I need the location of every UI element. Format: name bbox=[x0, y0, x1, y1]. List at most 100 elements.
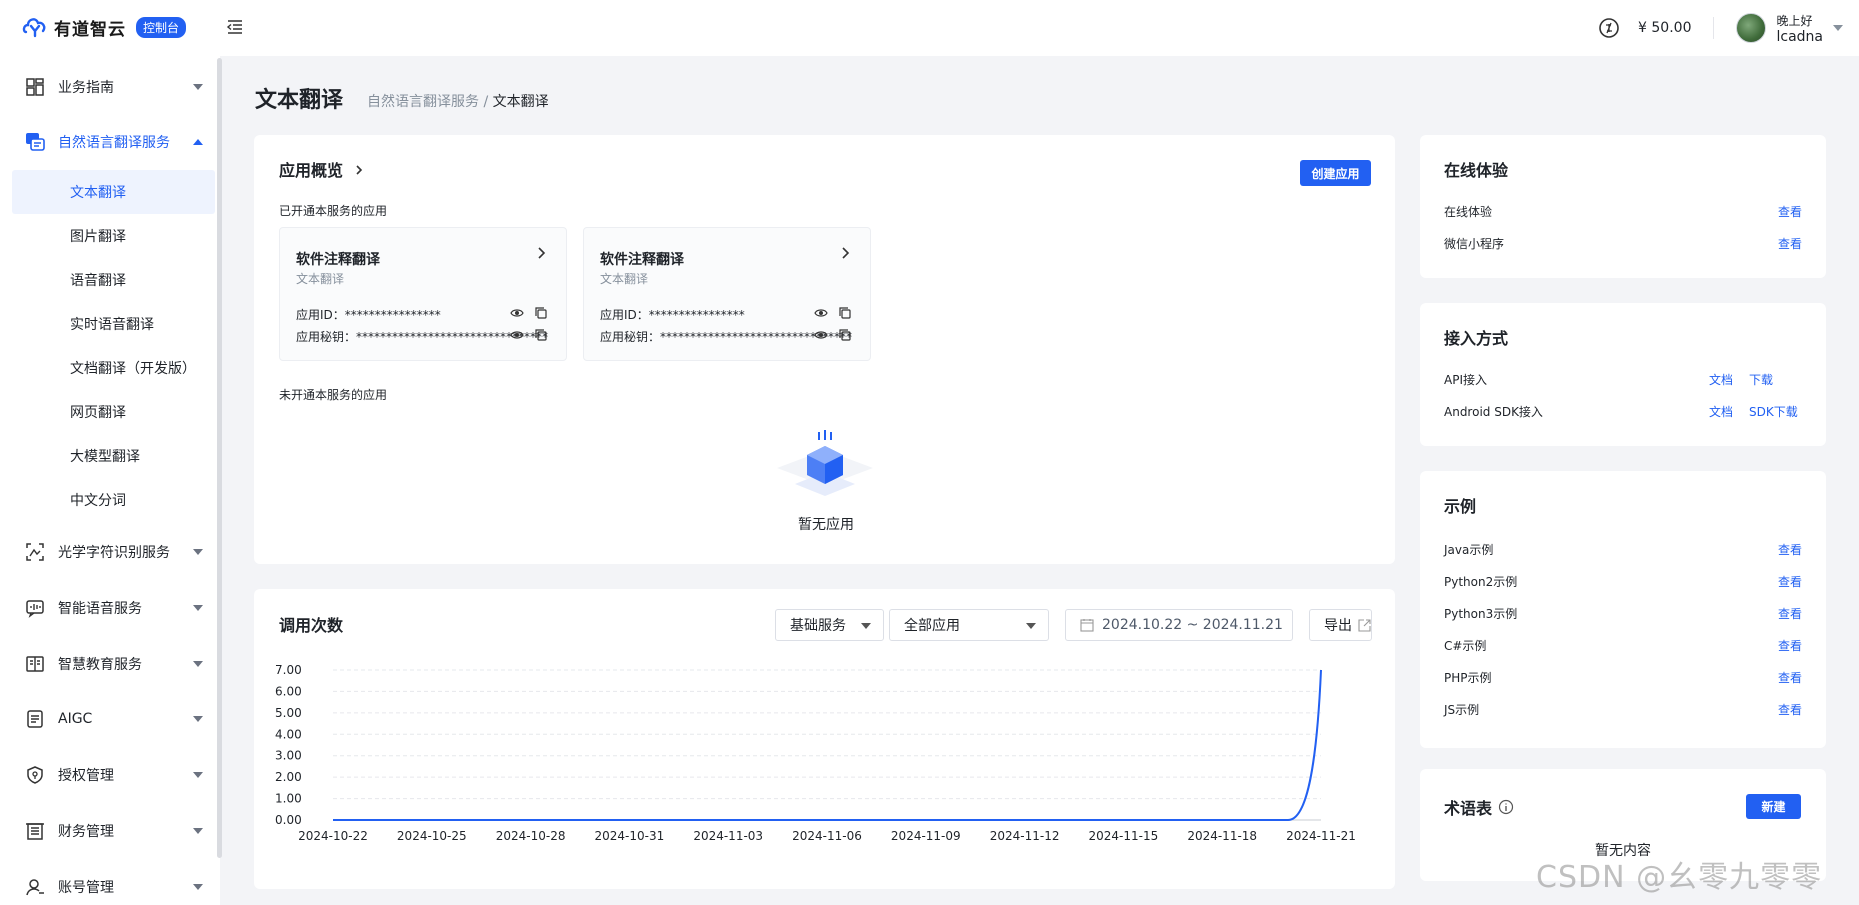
chevron-right-icon[interactable] bbox=[534, 246, 548, 260]
x-tick-label: 2024-10-22 bbox=[298, 829, 368, 843]
example-row-label: JS示例 bbox=[1444, 703, 1480, 717]
empty-box-icon bbox=[777, 430, 873, 496]
online-view-link[interactable]: 查看 bbox=[1778, 203, 1802, 220]
sidebar-subitem-webpage-translation[interactable]: 网页翻译 bbox=[12, 390, 215, 434]
android-doc-link[interactable]: 文档 bbox=[1709, 403, 1733, 420]
eye-icon[interactable] bbox=[510, 328, 524, 342]
coin-icon[interactable] bbox=[1598, 17, 1620, 39]
example-row-label: Python3示例 bbox=[1444, 607, 1518, 621]
sidebar-item-auth[interactable]: 授权管理 bbox=[12, 753, 215, 797]
sidebar-subitem-realtime-speech[interactable]: 实时语音翻译 bbox=[12, 302, 215, 346]
y-tick-label: 0.00 bbox=[275, 813, 302, 827]
sidebar-item-guide[interactable]: 业务指南 bbox=[12, 65, 215, 109]
x-tick-label: 2024-10-31 bbox=[595, 829, 665, 843]
sidebar-item-label: 自然语言翻译服务 bbox=[58, 135, 170, 151]
sidebar-item-label: 授权管理 bbox=[58, 768, 114, 784]
example-row-label: Java示例 bbox=[1444, 543, 1494, 557]
sidebar-item-label: 账号管理 bbox=[58, 880, 114, 896]
youdao-logo-icon bbox=[22, 18, 46, 38]
eye-icon[interactable] bbox=[814, 306, 828, 320]
sidebar-subitem-speech-translation[interactable]: 语音翻译 bbox=[12, 258, 215, 302]
breadcrumb-separator: / bbox=[479, 94, 493, 110]
sidebar-item-account[interactable]: 账号管理 bbox=[12, 865, 215, 905]
sidebar-item-nlp-translation[interactable]: 自然语言翻译服务 bbox=[12, 120, 215, 164]
sidebar-item-label: AIGC bbox=[58, 711, 93, 727]
aigc-icon bbox=[24, 708, 46, 730]
app-type: 文本翻译 bbox=[296, 272, 345, 286]
user-menu[interactable]: 晚上好 lcadna bbox=[1776, 12, 1823, 45]
app-name: 软件注释翻译 bbox=[600, 252, 684, 268]
top-header: 有道智云 控制台 ¥ 50.00 晚上好 lcadna bbox=[0, 0, 1859, 56]
sidebar-subitem-image-translation[interactable]: 图片翻译 bbox=[12, 214, 215, 258]
example-view-link[interactable]: 查看 bbox=[1778, 669, 1802, 686]
create-app-button[interactable]: 创建应用 bbox=[1300, 160, 1371, 186]
sidebar-item-label: 光学字符识别服务 bbox=[58, 545, 170, 561]
sidebar-item-finance[interactable]: 财务管理 bbox=[12, 809, 215, 853]
usage-title: 调用次数 bbox=[279, 616, 344, 635]
app-card[interactable]: 软件注释翻译 文本翻译 应用ID：**************** 应用秘钥： *… bbox=[279, 227, 567, 361]
example-row-label: PHP示例 bbox=[1444, 671, 1492, 685]
chevron-down-icon bbox=[193, 716, 203, 722]
sidebar-subitem-llm-translation[interactable]: 大模型翻译 bbox=[12, 434, 215, 478]
y-tick-label: 3.00 bbox=[275, 749, 302, 763]
example-view-link[interactable]: 查看 bbox=[1778, 605, 1802, 622]
eye-icon[interactable] bbox=[510, 306, 524, 320]
copy-icon[interactable] bbox=[534, 328, 548, 342]
greeting-text: 晚上好 bbox=[1776, 13, 1813, 28]
logo[interactable]: 有道智云 控制台 bbox=[22, 14, 187, 40]
sidebar-item-voice[interactable]: 智能语音服务 bbox=[12, 586, 215, 630]
sidebar-item-education[interactable]: 智慧教育服务 bbox=[12, 642, 215, 686]
examples-title: 示例 bbox=[1444, 497, 1477, 516]
finance-icon bbox=[24, 820, 46, 842]
copy-icon[interactable] bbox=[534, 306, 548, 320]
y-tick-label: 5.00 bbox=[275, 706, 302, 720]
breadcrumb-current: 文本翻译 bbox=[492, 94, 549, 110]
chevron-right-icon[interactable] bbox=[838, 246, 852, 260]
sidebar-item-ocr[interactable]: 光学字符识别服务 bbox=[12, 530, 215, 574]
sdk-download-link[interactable]: SDK下载 bbox=[1749, 403, 1798, 420]
avatar[interactable] bbox=[1736, 13, 1767, 43]
sidebar-subitem-document-translation[interactable]: 文档翻译（开发版） bbox=[12, 346, 215, 390]
api-download-link[interactable]: 下载 bbox=[1749, 371, 1773, 388]
example-view-link[interactable]: 查看 bbox=[1778, 637, 1802, 654]
copy-icon[interactable] bbox=[838, 328, 852, 342]
access-row-label: Android SDK接入 bbox=[1444, 405, 1543, 419]
date-range-picker[interactable]: 2024.10.22 ~ 2024.11.21 bbox=[1065, 609, 1293, 641]
service-select[interactable]: 基础服务 bbox=[775, 609, 884, 641]
sidebar-item-aigc[interactable]: AIGC bbox=[12, 697, 215, 741]
copy-icon[interactable] bbox=[838, 306, 852, 320]
page-title: 文本翻译 bbox=[255, 88, 344, 113]
app-select-value: 全部应用 bbox=[904, 618, 960, 634]
chevron-up-icon bbox=[193, 139, 203, 145]
y-tick-label: 1.00 bbox=[275, 792, 302, 806]
api-doc-link[interactable]: 文档 bbox=[1709, 371, 1733, 388]
export-button[interactable]: 导出 bbox=[1309, 609, 1372, 641]
sidebar-subitem-chinese-segmentation[interactable]: 中文分词 bbox=[12, 478, 215, 522]
chevron-down-icon bbox=[193, 661, 203, 667]
info-icon[interactable] bbox=[1498, 799, 1514, 815]
overview-title[interactable]: 应用概览 bbox=[279, 157, 365, 181]
chevron-down-icon[interactable] bbox=[1833, 25, 1843, 31]
date-range-value: 2024.10.22 ~ 2024.11.21 bbox=[1102, 617, 1283, 633]
eye-icon[interactable] bbox=[814, 328, 828, 342]
voice-icon bbox=[24, 597, 46, 619]
example-view-link[interactable]: 查看 bbox=[1778, 541, 1802, 558]
glossary-new-button[interactable]: 新建 bbox=[1746, 794, 1801, 819]
y-tick-label: 6.00 bbox=[275, 684, 302, 698]
breadcrumb-parent[interactable]: 自然语言翻译服务 bbox=[367, 94, 479, 110]
csdn-watermark: CSDN @幺零九零零 bbox=[1536, 860, 1823, 895]
example-view-link[interactable]: 查看 bbox=[1778, 701, 1802, 718]
app-card[interactable]: 软件注释翻译 文本翻译 应用ID：**************** 应用秘钥： *… bbox=[583, 227, 871, 361]
x-tick-label: 2024-11-06 bbox=[792, 829, 862, 843]
chevron-down-icon bbox=[193, 605, 203, 611]
miniprogram-view-link[interactable]: 查看 bbox=[1778, 235, 1802, 252]
example-view-link[interactable]: 查看 bbox=[1778, 573, 1802, 590]
x-tick-label: 2024-10-25 bbox=[397, 829, 467, 843]
sidebar-item-label: 财务管理 bbox=[58, 824, 114, 840]
sidebar-scrollbar[interactable] bbox=[217, 58, 222, 858]
sidebar-subitem-text-translation[interactable]: 文本翻译 bbox=[12, 170, 215, 214]
y-tick-label: 7.00 bbox=[275, 663, 302, 677]
app-select[interactable]: 全部应用 bbox=[889, 609, 1049, 641]
usage-line-chart: 0.00 1.00 2.00 3.00 4.00 5.00 6.00 7.00 2024-10-… bbox=[275, 663, 1356, 843]
collapse-menu-icon[interactable] bbox=[225, 17, 245, 37]
